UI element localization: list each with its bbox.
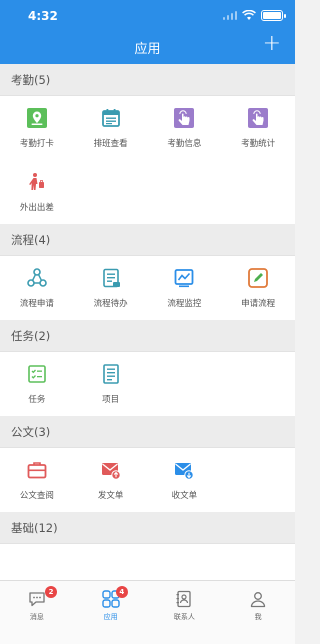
tab-bar: 2 消息 4 应用 联系人 我 xyxy=(0,580,295,644)
app-label: 收文单 xyxy=(171,491,198,501)
chat-bubble-icon xyxy=(27,589,47,609)
tab-label: 我 xyxy=(254,613,262,621)
status-time: 4:32 xyxy=(28,9,58,23)
wifi-icon xyxy=(242,10,256,20)
tap-hand-icon xyxy=(247,107,269,129)
signal-icon xyxy=(222,11,237,20)
message-badge: 2 xyxy=(45,586,57,598)
section-header-task: 任务(2) xyxy=(0,320,295,352)
app-label: 考勤信息 xyxy=(167,139,202,149)
top-bar: 4:32 应用 + xyxy=(0,0,295,64)
document-icon xyxy=(100,363,122,385)
app-label: 发文单 xyxy=(97,491,124,501)
app-list[interactable]: 考勤(5) 考勤打卡 排班查看 考勤信息 考勤统计 外出出差 流程(4) 流程申… xyxy=(0,64,295,580)
app-attendance-stats[interactable]: 考勤统计 xyxy=(221,96,295,160)
app-business-trip[interactable]: 外出出差 xyxy=(0,160,74,224)
section-document: 公文查阅 发文单 收文单 xyxy=(0,448,295,512)
contacts-book-icon xyxy=(174,589,194,609)
mail-send-icon xyxy=(100,459,122,481)
section-header-attendance: 考勤(5) xyxy=(0,64,295,96)
calendar-icon xyxy=(100,107,122,129)
section-attendance: 考勤打卡 排班查看 考勤信息 考勤统计 外出出差 xyxy=(0,96,295,224)
flow-nodes-icon xyxy=(26,267,48,289)
traveler-icon xyxy=(26,171,48,193)
app-doc-review[interactable]: 公文查阅 xyxy=(0,448,74,512)
battery-icon xyxy=(261,10,286,21)
app-label: 公文查阅 xyxy=(19,491,54,501)
map-pin-icon xyxy=(26,107,48,129)
app-receive-doc[interactable]: 收文单 xyxy=(148,448,222,512)
tap-hand-icon xyxy=(173,107,195,129)
section-header-basic: 基础(12) xyxy=(0,512,295,544)
app-label: 考勤打卡 xyxy=(19,139,54,149)
app-attendance-info[interactable]: 考勤信息 xyxy=(148,96,222,160)
section-header-process: 流程(4) xyxy=(0,224,295,256)
app-apply-process[interactable]: 申请流程 xyxy=(221,256,295,320)
app-project[interactable]: 项目 xyxy=(74,352,148,416)
pencil-icon xyxy=(247,267,269,289)
add-button[interactable]: + xyxy=(263,33,281,55)
app-label: 项目 xyxy=(102,395,120,405)
app-label: 排班查看 xyxy=(93,139,128,149)
tab-me[interactable]: 我 xyxy=(221,581,295,644)
tab-label: 联系人 xyxy=(173,613,195,621)
app-task[interactable]: 任务 xyxy=(0,352,74,416)
apps-badge: 4 xyxy=(115,586,128,598)
checklist-icon xyxy=(26,363,48,385)
tab-apps[interactable]: 4 应用 xyxy=(74,581,148,644)
tab-label: 消息 xyxy=(29,613,44,621)
app-label: 考勤统计 xyxy=(241,139,276,149)
tab-contacts[interactable]: 联系人 xyxy=(148,581,222,644)
app-process-todo[interactable]: 流程待办 xyxy=(74,256,148,320)
monitor-chart-icon xyxy=(173,267,195,289)
app-label: 外出出差 xyxy=(19,203,54,213)
person-icon xyxy=(248,589,268,609)
mail-receive-icon xyxy=(173,459,195,481)
app-label: 申请流程 xyxy=(241,299,276,309)
app-label: 流程待办 xyxy=(93,299,128,309)
section-task: 任务 项目 xyxy=(0,352,295,416)
app-label: 任务 xyxy=(28,395,46,405)
section-header-document: 公文(3) xyxy=(0,416,295,448)
app-process-monitor[interactable]: 流程监控 xyxy=(148,256,222,320)
app-send-doc[interactable]: 发文单 xyxy=(74,448,148,512)
tab-label: 应用 xyxy=(103,613,118,621)
tab-messages[interactable]: 2 消息 xyxy=(0,581,74,644)
app-attendance-clockin[interactable]: 考勤打卡 xyxy=(0,96,74,160)
app-label: 流程申请 xyxy=(19,299,54,309)
briefcase-icon xyxy=(26,459,48,481)
app-label: 流程监控 xyxy=(167,299,202,309)
app-schedule-view[interactable]: 排班查看 xyxy=(74,96,148,160)
status-icons xyxy=(222,10,286,21)
section-process: 流程申请 流程待办 流程监控 申请流程 xyxy=(0,256,295,320)
todo-list-icon xyxy=(100,267,122,289)
page-title: 应用 xyxy=(134,42,161,57)
section-basic xyxy=(0,544,295,580)
app-process-apply[interactable]: 流程申请 xyxy=(0,256,74,320)
